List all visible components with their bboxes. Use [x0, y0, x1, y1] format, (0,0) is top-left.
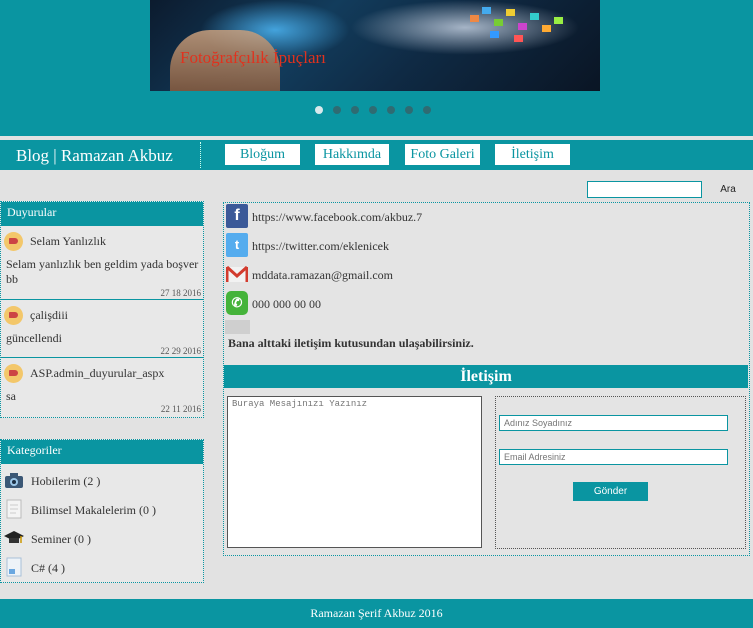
divider	[1, 299, 203, 300]
announcements-panel: Duyurular Selam Yanlızlık Selam yanlızlı…	[0, 201, 204, 418]
main-navbar: Blog | Ramazan Akbuz Bloğum Hakkımda Fot…	[0, 140, 753, 170]
category-item[interactable]: Hobilerim (2 )	[1, 467, 203, 495]
twitter-icon: t	[226, 233, 248, 257]
megaphone-icon	[4, 306, 23, 325]
category-item[interactable]: Seminer (0 )	[1, 525, 203, 553]
megaphone-icon	[4, 232, 23, 251]
slider-dot[interactable]	[351, 106, 359, 114]
announcement-body: Selam yanlızlık ben geldim yada boşver b…	[6, 257, 199, 286]
announcement-title[interactable]: çalişdiii	[30, 308, 68, 323]
slider-dot[interactable]	[369, 106, 377, 114]
phone-icon: ✆	[226, 291, 248, 315]
search-button[interactable]: Ara	[708, 181, 748, 198]
categories-panel: Kategoriler Hobilerim (2 ) Bilimsel Maka…	[0, 439, 204, 583]
contact-note: Bana alttaki iletişim kutusundan ulaşabi…	[228, 336, 474, 350]
announcement-date: 22 11 2016	[160, 404, 201, 414]
category-label[interactable]: C# (4 )	[31, 561, 65, 576]
slider-dot[interactable]	[405, 106, 413, 114]
twitter-link[interactable]: https://twitter.com/eklenicek	[252, 239, 389, 254]
phone-number: 000 000 00 00	[252, 297, 321, 311]
send-button[interactable]: Gönder	[573, 482, 648, 501]
search-input[interactable]	[587, 181, 702, 198]
nav-item-blog[interactable]: Bloğum	[225, 144, 300, 165]
site-brand[interactable]: Blog | Ramazan Akbuz	[16, 146, 173, 166]
facebook-link[interactable]: https://www.facebook.com/akbuz.7	[252, 210, 422, 225]
slider-dot[interactable]	[333, 106, 341, 114]
gmail-icon	[226, 265, 248, 282]
announcement-item[interactable]: ASP.admin_duyurular_aspx sa 22 11 2016	[1, 359, 203, 417]
footer: Ramazan Şerif Akbuz 2016	[0, 599, 753, 628]
announcements-title: Duyurular	[1, 202, 203, 226]
slider-dot[interactable]	[315, 106, 323, 114]
document-icon	[6, 499, 22, 519]
image-slider[interactable]: Fotoğrafçılık İpuçları	[150, 0, 600, 91]
slider-dot[interactable]	[387, 106, 395, 114]
announcement-date: 22 29 2016	[160, 346, 202, 356]
nav-item-about[interactable]: Hakkımda	[315, 144, 389, 165]
app-tiles-decoration	[470, 5, 580, 50]
code-file-icon	[6, 557, 22, 577]
name-field[interactable]	[499, 415, 728, 431]
slider-caption[interactable]: Fotoğrafçılık İpuçları	[180, 48, 326, 68]
camera-icon	[5, 473, 23, 488]
categories-title: Kategoriler	[1, 440, 203, 464]
header-band: Fotoğrafçılık İpuçları	[0, 0, 753, 136]
announcement-item[interactable]: Selam Yanlızlık Selam yanlızlık ben geld…	[1, 227, 203, 301]
category-label[interactable]: Hobilerim (2 )	[31, 474, 100, 489]
brand-divider	[200, 142, 201, 168]
category-label[interactable]: Bilimsel Makalelerim (0 )	[31, 503, 156, 518]
contact-form-heading: İletişim	[224, 365, 748, 388]
nav-item-gallery[interactable]: Foto Galeri	[405, 144, 480, 165]
email-field[interactable]	[499, 449, 728, 465]
slider-dot[interactable]	[423, 106, 431, 114]
category-label[interactable]: Seminer (0 )	[31, 532, 91, 547]
graduation-cap-icon	[4, 531, 24, 543]
placeholder-image	[225, 320, 250, 334]
message-textarea[interactable]	[227, 396, 482, 548]
category-item[interactable]: C# (4 )	[1, 554, 203, 582]
nav-item-contact[interactable]: İletişim	[495, 144, 570, 165]
facebook-icon: f	[226, 204, 248, 228]
category-item[interactable]: Bilimsel Makalelerim (0 )	[1, 496, 203, 524]
email-link[interactable]: mddata.ramazan@gmail.com	[252, 268, 393, 283]
divider	[1, 357, 203, 358]
announcement-title[interactable]: Selam Yanlızlık	[30, 234, 106, 249]
contact-form-box: Gönder	[495, 396, 746, 549]
announcement-body: güncellendi	[6, 331, 62, 345]
megaphone-icon	[4, 364, 23, 383]
announcement-item[interactable]: çalişdiii güncellendi 22 29 2016	[1, 301, 203, 359]
announcement-title[interactable]: ASP.admin_duyurular_aspx	[30, 366, 164, 381]
announcement-date: 27 18 2016	[160, 288, 202, 298]
announcement-body: sa	[6, 389, 16, 403]
